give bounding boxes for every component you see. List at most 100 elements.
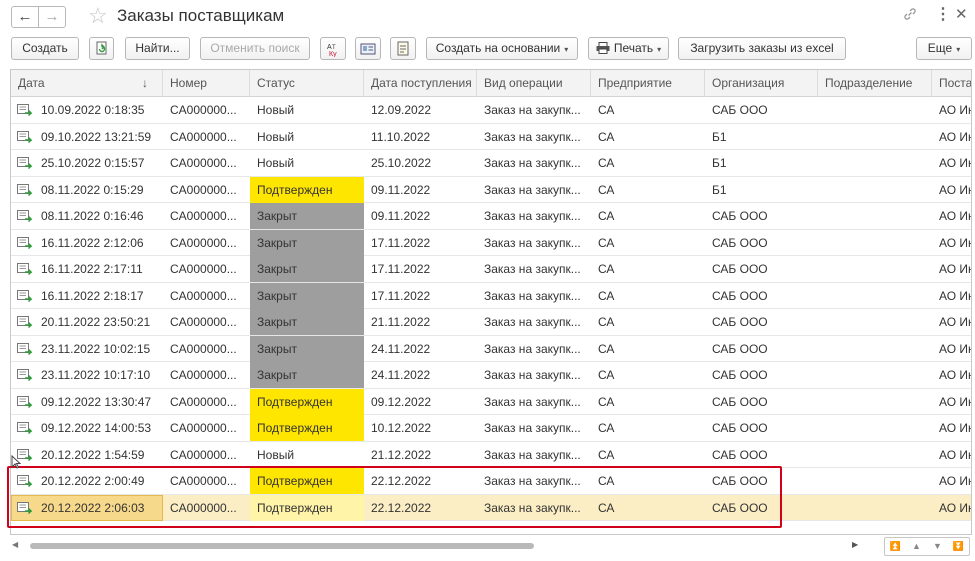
column-header-enterprise[interactable]: Предприятие (591, 70, 705, 97)
column-header-operation-type[interactable]: Вид операции (477, 70, 591, 97)
attributes-button[interactable]: A T Ку (320, 37, 346, 60)
document-icon (17, 130, 32, 143)
cell-date: 20.12.2022 2:00:49 (41, 474, 145, 488)
cell-status: Закрыт (250, 256, 364, 282)
column-header-division[interactable]: Подразделение (818, 70, 932, 97)
cell-number: CA000000... (170, 129, 237, 144)
cell-supplier: АО Ин (939, 156, 972, 170)
forward-button[interactable]: → (38, 6, 66, 28)
table-row[interactable]: 08.11.2022 0:16:46 CA000000... Закрыт 09.11… (11, 203, 971, 230)
cell-enterprise: СА (598, 421, 615, 435)
cell-number: CA000000... (170, 156, 237, 170)
more-options-icon[interactable]: ⋮ (935, 4, 951, 24)
cell-status: Новый (257, 129, 295, 144)
favorite-star-icon[interactable]: ☆ (88, 3, 108, 29)
sort-descending-icon[interactable]: ↓ (142, 70, 148, 97)
cell-organization: САБ ООО (712, 288, 768, 303)
cell-organization: САБ ООО (712, 421, 768, 435)
table-row[interactable]: 16.11.2022 2:17:11 CA000000... Закрыт 17.11… (11, 256, 971, 283)
table-row[interactable]: 20.12.2022 2:00:49 CA000000... Подтвержден… (11, 468, 971, 495)
cell-organization: САБ ООО (712, 235, 768, 250)
column-header-date[interactable]: Дата (11, 70, 163, 97)
table-row[interactable]: 09.12.2022 14:00:53 CA000000... Подтвержде… (11, 415, 971, 442)
scrollbar-thumb[interactable] (30, 543, 534, 549)
table-row[interactable]: 23.11.2022 10:02:15 CA000000... Закрыт 24.1… (11, 335, 971, 362)
mouse-cursor-icon (11, 454, 22, 472)
print-button[interactable]: Печать ▾ (588, 37, 669, 60)
table-row[interactable]: 23.11.2022 10:17:10 CA000000... Закрыт 24.1… (11, 362, 971, 389)
load-excel-button[interactable]: Загрузить заказы из excel (678, 37, 846, 60)
back-button[interactable]: ← (11, 6, 39, 28)
cancel-search-button[interactable]: Отменить поиск (200, 37, 310, 60)
find-button[interactable]: Найти... (125, 37, 190, 60)
refresh-button[interactable] (89, 37, 114, 60)
cell-status: Подтвержден (250, 468, 364, 494)
document-icon (17, 501, 32, 514)
table-row[interactable]: 09.10.2022 13:21:59 CA000000... Новый 11.10… (11, 124, 971, 150)
report-button[interactable] (390, 37, 416, 60)
cell-number: CA000000... (170, 288, 237, 303)
cell-enterprise: СА (598, 156, 615, 170)
go-first-icon[interactable]: ⏫ (885, 538, 906, 555)
scroll-right-icon[interactable]: ▶ (852, 540, 858, 549)
column-header-arrival-date[interactable]: Дата поступления (364, 70, 477, 97)
page-down-icon[interactable]: ▼ (927, 538, 948, 555)
more-button[interactable]: Еще ▾ (916, 37, 972, 60)
create-based-on-button[interactable]: Создать на основании ▾ (426, 37, 578, 60)
cell-division (818, 256, 932, 282)
list-navigation: ⏫ ▲ ▼ ⏬ (884, 537, 970, 556)
table-row[interactable]: 08.11.2022 0:15:29 CA000000... Подтвержден… (11, 176, 971, 203)
cell-number: CA000000... (170, 103, 237, 117)
cell-division (818, 389, 932, 415)
cell-operation-type: Заказ на закупк... (484, 394, 581, 409)
cell-enterprise: СА (598, 341, 615, 356)
page-up-icon[interactable]: ▲ (906, 538, 927, 555)
cell-status: Закрыт (250, 203, 364, 229)
column-header-organization[interactable]: Организация (705, 70, 818, 97)
cell-status: Закрыт (250, 309, 364, 335)
cell-operation-type: Заказ на закупк... (484, 341, 581, 356)
table-row[interactable]: 20.12.2022 2:06:03 CA000000... Подтвержден… (11, 494, 971, 521)
link-icon[interactable] (902, 6, 918, 27)
table-row[interactable]: 09.12.2022 13:30:47 CA000000... Подтвержде… (11, 388, 972, 415)
orders-table[interactable]: Дата Номер Статус Дата поступления Вид опера… (10, 69, 972, 535)
cell-division (818, 468, 932, 494)
cell-organization: САБ ООО (712, 262, 768, 276)
cell-division (818, 442, 932, 468)
document-icon (17, 104, 32, 116)
cell-enterprise: СА (598, 129, 615, 144)
table-row[interactable]: 10.09.2022 0:18:35 CA000000... Новый 12.09.… (11, 97, 971, 124)
document-icon (17, 183, 32, 196)
cell-date: 16.11.2022 2:17:11 (41, 262, 143, 276)
cell-division (818, 177, 932, 203)
cell-supplier: АО Ин (939, 394, 972, 409)
cell-organization: САБ ООО (712, 315, 768, 329)
card-button[interactable] (355, 37, 381, 60)
close-icon[interactable]: ✕ (955, 5, 968, 23)
go-last-icon[interactable]: ⏬ (948, 538, 969, 555)
table-row[interactable]: 20.12.2022 1:54:59 CA000000... Новый 21.12.… (11, 442, 971, 468)
cell-arrival-date: 17.11.2022 (371, 262, 431, 276)
cell-organization: Б1 (712, 156, 727, 170)
cell-status: Подтвержден (250, 415, 364, 441)
cell-number: CA000000... (170, 500, 237, 515)
column-header-number[interactable]: Номер (163, 70, 250, 97)
cell-division (818, 336, 932, 362)
card-icon (360, 43, 376, 55)
cell-enterprise: СА (598, 500, 615, 515)
cell-enterprise: СА (598, 103, 615, 117)
horizontal-scrollbar[interactable]: ◀ ▶ (12, 538, 872, 554)
column-header-supplier[interactable]: Поста (932, 70, 971, 97)
create-button[interactable]: Создать (11, 37, 79, 60)
cell-organization: САБ ООО (712, 474, 768, 488)
table-header: Дата Номер Статус Дата поступления Вид опера… (11, 70, 971, 97)
table-row[interactable]: 20.11.2022 23:50:21 CA000000... Закрыт 21.1… (11, 309, 971, 336)
table-row[interactable]: 16.11.2022 2:12:06 CA000000... Закрыт 17.11… (11, 229, 971, 256)
scroll-left-icon[interactable]: ◀ (12, 540, 18, 549)
cell-date: 16.11.2022 2:12:06 (41, 235, 144, 250)
table-row[interactable]: 25.10.2022 0:15:57 CA000000... Новый 25.10.… (11, 150, 971, 177)
report-icon (397, 41, 409, 56)
table-row[interactable]: 16.11.2022 2:18:17 CA000000... Закрыт 17.11… (11, 282, 971, 309)
cell-division (818, 283, 932, 309)
column-header-status[interactable]: Статус (250, 70, 364, 97)
